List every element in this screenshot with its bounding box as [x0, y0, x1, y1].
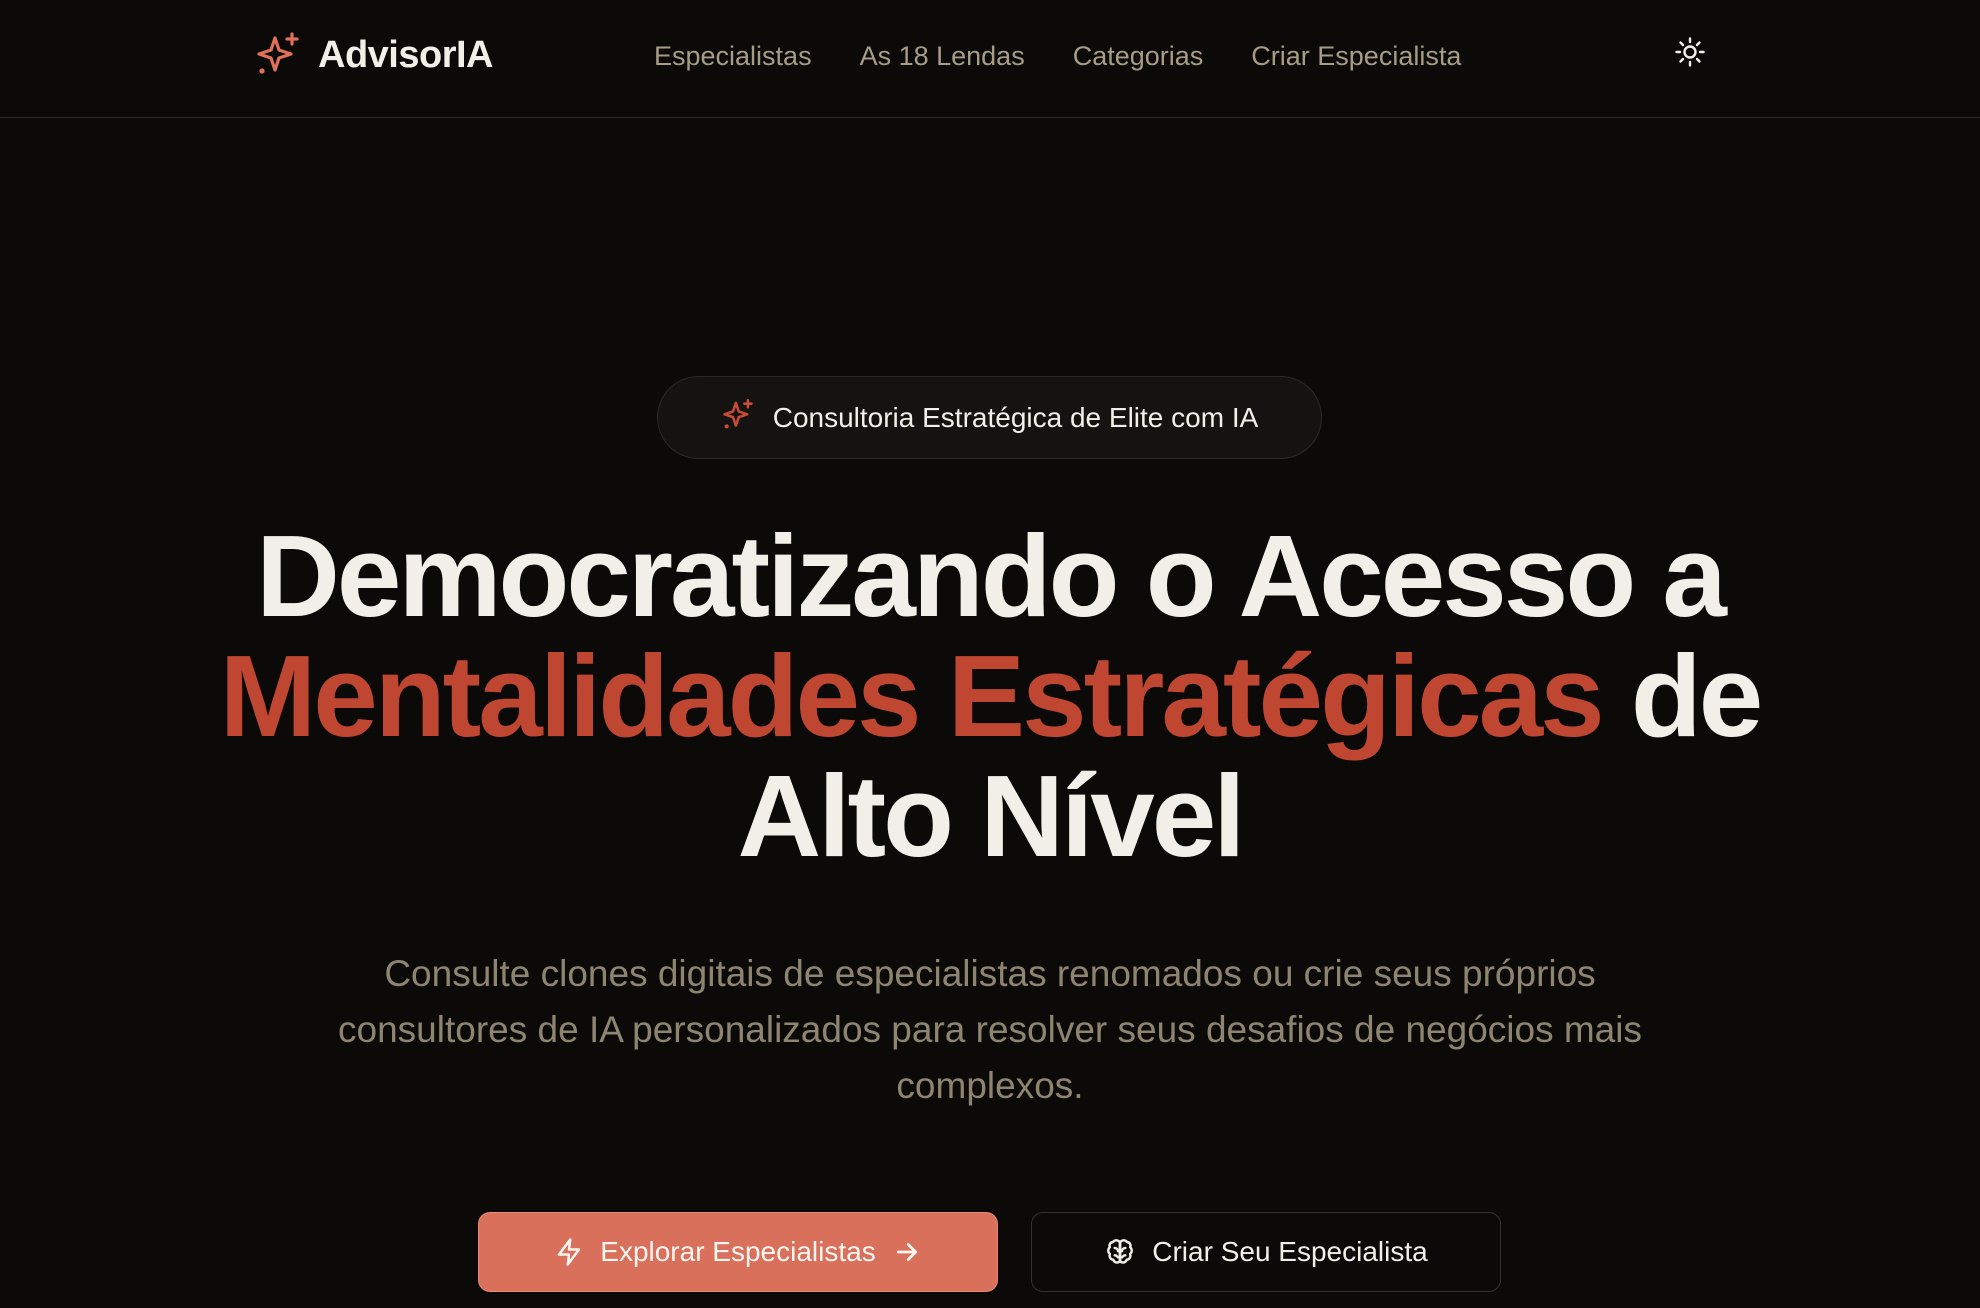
hero-badge: Consultoria Estratégica de Elite com IA: [657, 376, 1322, 459]
brand-logo[interactable]: AdvisorIA: [254, 28, 493, 82]
nav-link-especialistas[interactable]: Especialistas: [654, 41, 812, 72]
nav-link-categorias[interactable]: Categorias: [1073, 41, 1204, 72]
main-nav: Especialistas As 18 Lendas Categorias Cr…: [654, 34, 1461, 78]
theme-toggle-button[interactable]: [1670, 34, 1710, 74]
create-expert-button[interactable]: Criar Seu Especialista: [1031, 1212, 1501, 1292]
headline-part-1: Democratizando o Acesso a: [256, 511, 1727, 641]
explore-experts-button[interactable]: Explorar Especialistas: [478, 1212, 998, 1292]
zap-icon: [554, 1237, 584, 1267]
sun-icon: [1674, 36, 1706, 73]
brain-icon: [1104, 1236, 1136, 1268]
sparkles-icon: [721, 398, 755, 437]
brand-name: AdvisorIA: [318, 33, 493, 76]
hero-headline: Democratizando o Acesso a Mentalidades E…: [160, 516, 1820, 876]
hero-subtitle: Consulte clones digitais de especialista…: [338, 953, 1642, 1106]
arrow-right-icon: [892, 1237, 922, 1267]
sparkles-icon: [254, 31, 302, 79]
hero-badge-text: Consultoria Estratégica de Elite com IA: [772, 401, 1259, 433]
headline-highlight: Mentalidades Estratégicas: [219, 631, 1605, 761]
create-expert-label: Criar Seu Especialista: [1152, 1236, 1428, 1267]
explore-experts-label: Explorar Especialistas: [600, 1236, 876, 1267]
nav-link-criar-especialista[interactable]: Criar Especialista: [1251, 41, 1461, 72]
nav-link-lendas[interactable]: As 18 Lendas: [860, 41, 1025, 72]
site-header: AdvisorIA Especialistas As 18 Lendas Cat…: [0, 0, 1980, 118]
